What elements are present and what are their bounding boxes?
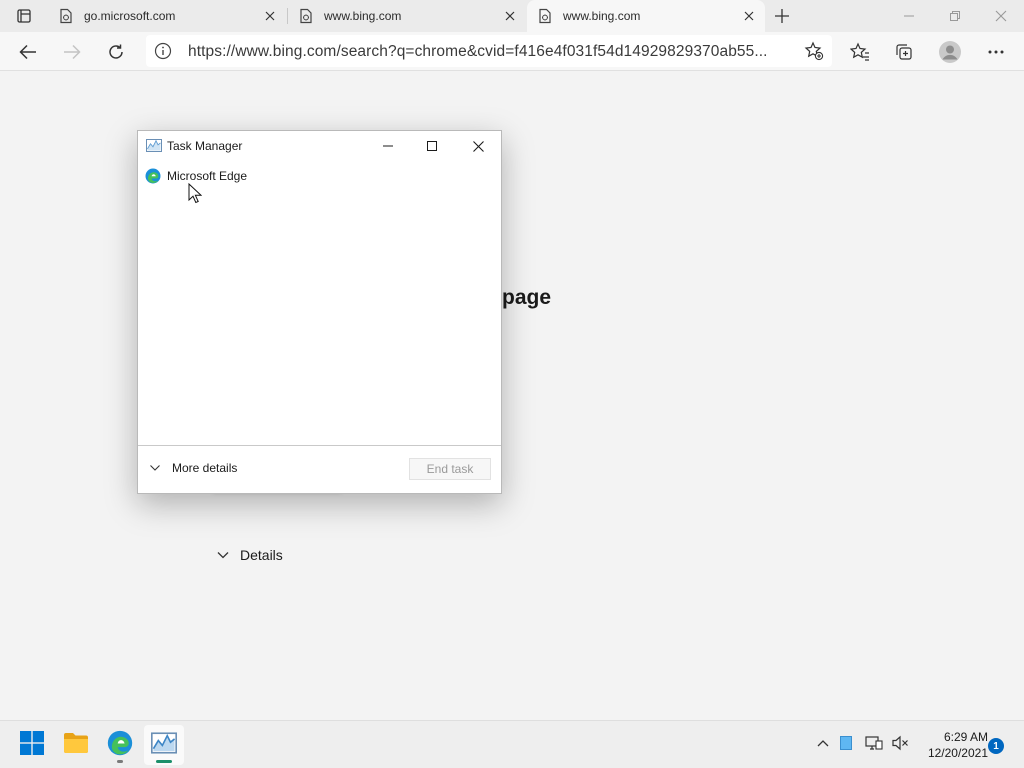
collections-button[interactable] — [888, 36, 920, 68]
network-icon[interactable] — [864, 733, 884, 753]
tab-title: www.bing.com — [324, 9, 402, 23]
running-indicator — [117, 760, 123, 763]
site-info-icon[interactable] — [154, 42, 172, 60]
page-icon — [537, 8, 553, 24]
tm-minimize-button[interactable] — [365, 131, 411, 161]
page-icon — [58, 8, 74, 24]
tray-app-icon[interactable] — [836, 733, 856, 753]
address-bar[interactable]: https://www.bing.com/search?q=chrome&cvi… — [146, 35, 832, 67]
new-tab-icon[interactable] — [770, 4, 794, 28]
tab-bing-1[interactable]: www.bing.com — [288, 0, 526, 32]
clock-time: 6:29 AM — [943, 730, 988, 744]
page-heading: page — [502, 286, 552, 309]
close-tab-icon[interactable] — [739, 6, 759, 26]
close-window-button[interactable] — [978, 0, 1024, 32]
browser-toolbar: https://www.bing.com/search?q=chrome&cvi… — [0, 32, 1024, 71]
profile-avatar[interactable] — [934, 36, 966, 68]
tab-title: www.bing.com — [563, 9, 641, 23]
show-hidden-icons-icon[interactable] — [813, 733, 833, 753]
clock-date: 12/20/2021 — [927, 746, 988, 760]
close-tab-icon[interactable] — [500, 6, 520, 26]
taskbar-clock[interactable]: 6:29 AM 12/20/2021 — [916, 729, 988, 761]
chevron-down-icon — [214, 546, 232, 564]
close-tab-icon[interactable] — [260, 6, 280, 26]
settings-more-button[interactable] — [980, 36, 1012, 68]
tm-maximize-button[interactable] — [409, 131, 455, 161]
start-icon — [20, 730, 44, 760]
start-button[interactable] — [12, 725, 52, 765]
restore-button[interactable] — [932, 0, 978, 32]
task-manager-title: Task Manager — [167, 139, 243, 153]
tab-go-microsoft[interactable]: go.microsoft.com — [48, 0, 286, 32]
tab-title: go.microsoft.com — [84, 9, 176, 23]
chevron-down-icon — [148, 461, 162, 475]
task-manager-titlebar[interactable]: Task Manager — [138, 131, 501, 161]
task-manager-app-list: Microsoft Edge — [138, 163, 501, 445]
details-toggle[interactable]: Details — [214, 546, 283, 564]
taskbar: 6:29 AM 12/20/2021 1 — [0, 720, 1024, 768]
task-manager-icon — [146, 139, 162, 152]
notification-badge[interactable]: 1 — [988, 738, 1004, 754]
page-icon — [298, 8, 314, 24]
task-manager-footer: More details End task — [138, 445, 501, 493]
app-name: Microsoft Edge — [167, 169, 248, 183]
more-details-label: More details — [172, 461, 238, 475]
back-button[interactable] — [12, 36, 44, 68]
taskbar-edge[interactable] — [100, 725, 140, 765]
forward-button[interactable] — [56, 36, 88, 68]
taskbar-task-manager[interactable] — [144, 725, 184, 765]
edge-icon — [107, 730, 133, 761]
favorites-button[interactable] — [844, 36, 876, 68]
tab-actions-icon[interactable] — [6, 4, 42, 28]
taskbar-file-explorer[interactable] — [56, 725, 96, 765]
browser-tab-strip: go.microsoft.com www.bing.com www.bing.c… — [0, 0, 1024, 32]
file-explorer-icon — [63, 732, 89, 759]
refresh-button[interactable] — [100, 36, 132, 68]
edge-icon — [145, 168, 161, 184]
minimize-button[interactable] — [886, 0, 932, 32]
active-indicator — [156, 760, 172, 763]
mouse-cursor-icon — [188, 182, 203, 204]
end-task-button[interactable]: End task — [409, 458, 491, 480]
more-details-button[interactable]: More details — [148, 461, 237, 475]
details-label: Details — [240, 547, 283, 563]
url-text: https://www.bing.com/search?q=chrome&cvi… — [188, 43, 768, 60]
volume-muted-icon[interactable] — [890, 733, 910, 753]
tab-bing-2[interactable]: www.bing.com — [527, 0, 765, 32]
tm-close-button[interactable] — [455, 131, 501, 161]
task-manager-icon — [151, 731, 177, 759]
add-favorite-icon[interactable] — [804, 41, 824, 61]
